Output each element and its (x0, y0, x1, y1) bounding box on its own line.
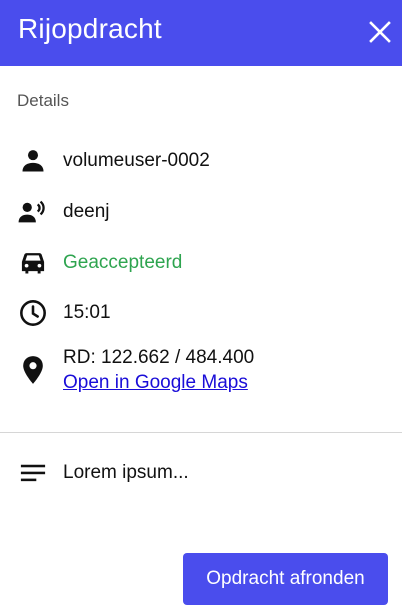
complete-assignment-button[interactable]: Opdracht afronden (183, 553, 388, 605)
location-row: RD: 122.662 / 484.400 Open in Google Map… (18, 345, 254, 395)
person-icon (18, 146, 48, 176)
status-value: Geaccepteerd (63, 252, 183, 273)
speaking-person-icon (18, 197, 48, 227)
status-row: Geaccepteerd (18, 248, 182, 278)
location-pin-icon (18, 355, 48, 385)
details-label: Details (17, 91, 69, 110)
close-icon[interactable] (368, 20, 392, 44)
google-maps-link[interactable]: Open in Google Maps (63, 372, 248, 393)
speaker-row: deenj (18, 197, 110, 227)
user-value: volumeuser-0002 (63, 150, 210, 171)
notes-text: Lorem ipsum... (63, 462, 189, 483)
divider (0, 432, 402, 433)
car-icon (18, 248, 48, 278)
time-row: 15:01 (18, 298, 111, 328)
speaker-value: deenj (63, 201, 110, 222)
coordinates-text: RD: 122.662 / 484.400 (63, 347, 255, 368)
user-row: volumeuser-0002 (18, 146, 210, 176)
clock-icon (18, 298, 48, 328)
notes-icon (18, 458, 48, 488)
app-header: Rijopdracht (0, 0, 402, 66)
time-value: 15:01 (63, 302, 111, 323)
notes-row: Lorem ipsum... (18, 458, 189, 488)
page-title: Rijopdracht (18, 13, 162, 44)
